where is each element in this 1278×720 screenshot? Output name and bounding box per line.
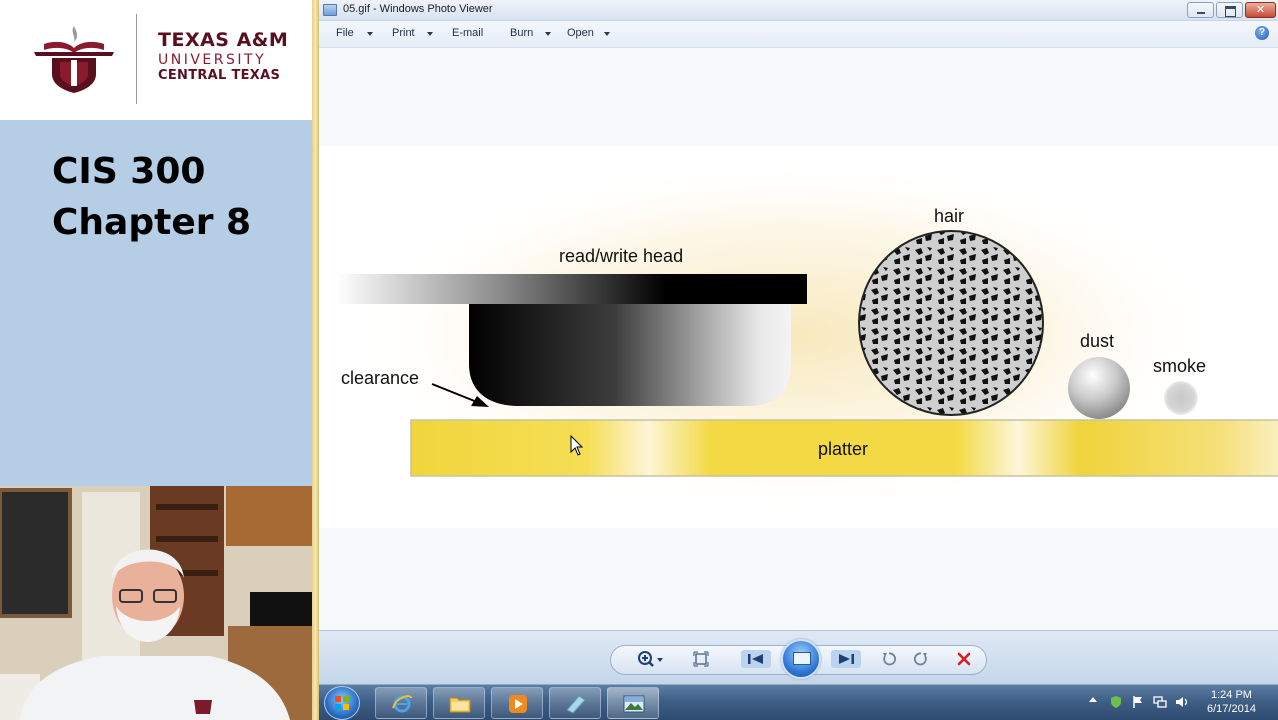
clearance-label: clearance [341, 368, 420, 388]
actual-size-icon[interactable] [693, 651, 709, 667]
previous-icon[interactable] [741, 650, 771, 668]
menu-print[interactable]: Print [392, 27, 415, 39]
menu-burn-chevron-down-icon[interactable] [545, 32, 551, 36]
menu-print-chevron-down-icon[interactable] [427, 32, 433, 36]
hair-label: hair [934, 206, 965, 226]
smoke-particle [1164, 381, 1198, 415]
system-clock[interactable]: 1:24 PM 6/17/2014 [1207, 688, 1256, 716]
slide-title-line2: Chapter 8 [52, 202, 252, 243]
menu-burn[interactable]: Burn [510, 27, 533, 39]
next-icon[interactable] [831, 650, 861, 668]
taskbar-file-explorer[interactable] [433, 687, 485, 719]
magnifier-icon[interactable] [636, 649, 666, 669]
taskbar-internet-explorer[interactable] [375, 687, 427, 719]
internet-explorer-icon [392, 695, 412, 713]
close-window-button[interactable] [1245, 2, 1276, 18]
diagram-graphic [337, 156, 1278, 516]
volume-icon[interactable] [1175, 695, 1189, 709]
image-display-area: read/write head clearance hair dust smok… [319, 48, 1278, 630]
hair-particle [858, 230, 1044, 416]
university-logo: TEXAS A&M UNIVERSITY CENTRAL TEXAS [0, 0, 312, 120]
logo-text-line2: UNIVERSITY [158, 52, 267, 68]
smoke-label: smoke [1153, 356, 1207, 376]
help-icon[interactable]: ? [1255, 26, 1269, 40]
clock-date: 6/17/2014 [1207, 703, 1256, 715]
maximize-button[interactable] [1216, 2, 1243, 18]
windows-taskbar: 1:24 PM 6/17/2014 [319, 684, 1278, 720]
photo-viewer-window: 05.gif - Windows Photo Viewer File Print… [319, 0, 1278, 684]
minimize-button[interactable] [1187, 2, 1214, 18]
menu-file-chevron-down-icon[interactable] [367, 32, 373, 36]
read-write-head [469, 304, 791, 406]
taskbar-app[interactable] [549, 687, 601, 719]
platter-label: platter [818, 439, 869, 459]
media-player-icon [509, 695, 527, 713]
logo-text-line1: TEXAS A&M [158, 29, 289, 51]
clock-time: 1:24 PM [1210, 689, 1252, 701]
viewer-controls-bar [319, 630, 1278, 684]
rotate-clockwise-icon[interactable] [913, 651, 929, 667]
taskbar-media-player[interactable] [491, 687, 543, 719]
slideshow-button[interactable] [781, 639, 821, 679]
action-center-flag-icon[interactable] [1131, 695, 1145, 709]
taskbar-photo-viewer[interactable] [607, 687, 659, 719]
menu-bar: File Print E-mail Burn Open ? [319, 21, 1278, 48]
read-write-head-label: read/write head [559, 246, 684, 266]
logo-divider [136, 14, 137, 104]
head-arm [337, 274, 807, 304]
menu-open-chevron-down-icon[interactable] [604, 32, 610, 36]
photo-viewer-app-icon[interactable] [323, 4, 337, 16]
delete-icon[interactable] [956, 651, 972, 667]
webcam-feed [0, 486, 312, 720]
dust-particle [1068, 357, 1130, 419]
title-bar[interactable]: 05.gif - Windows Photo Viewer [319, 0, 1278, 21]
start-button[interactable] [324, 686, 360, 720]
slide-border [312, 0, 319, 720]
logo-text-line3: CENTRAL TEXAS [158, 68, 281, 83]
app-icon [566, 695, 586, 714]
slide-title-line1: CIS 300 [52, 151, 206, 192]
window-title: 05.gif - Windows Photo Viewer [343, 3, 493, 15]
dust-label: dust [1080, 331, 1115, 351]
network-icon[interactable] [1153, 695, 1167, 709]
university-shield-icon [34, 26, 114, 93]
menu-email[interactable]: E-mail [452, 27, 483, 39]
menu-open[interactable]: Open [567, 27, 594, 39]
rotate-counterclockwise-icon[interactable] [881, 651, 897, 667]
slide-panel: TEXAS A&M UNIVERSITY CENTRAL TEXAS CIS 3… [0, 0, 312, 720]
menu-file[interactable]: File [336, 27, 354, 39]
slide-title: CIS 300 Chapter 8 [52, 146, 251, 248]
hard-disk-diagram: read/write head clearance hair dust smok… [319, 146, 1278, 528]
show-hidden-icons-icon[interactable] [1089, 697, 1097, 702]
security-shield-icon[interactable] [1109, 695, 1123, 709]
folder-icon [449, 697, 471, 713]
photo-viewer-icon [623, 695, 645, 713]
